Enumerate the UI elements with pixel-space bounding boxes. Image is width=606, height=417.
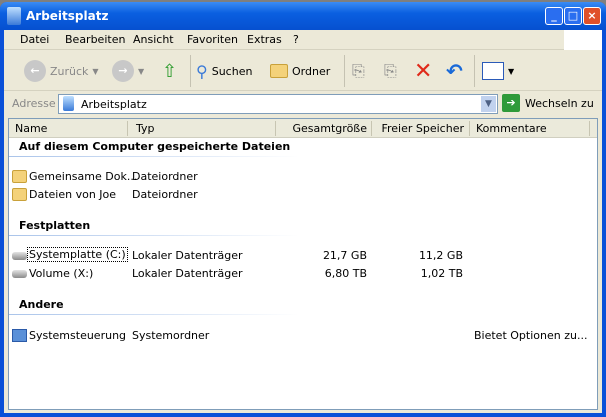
group-header: Andere (19, 298, 64, 311)
delete-x-icon: ✕ (414, 58, 433, 84)
column-name[interactable]: Name (15, 122, 47, 135)
views-button[interactable]: ▼ (482, 59, 514, 83)
column-total-size[interactable]: Gesamtgröße (281, 122, 367, 135)
copy-to-icon: ⎘ (384, 61, 397, 80)
item-name: Systemplatte (C:) (27, 247, 128, 262)
go-label: Wechseln zu (525, 96, 594, 110)
chevron-down-icon: ▼ (92, 66, 99, 76)
delete-button[interactable]: ✕ (414, 58, 433, 84)
item-name: Volume (X:) (29, 267, 94, 280)
list-item[interactable]: Systemplatte (C:) Lokaler Datenträger 21… (9, 247, 597, 264)
folders-button[interactable]: Ordner (270, 59, 330, 83)
views-icon (482, 62, 504, 80)
menu-bearbeiten[interactable]: Bearbeiten (65, 33, 125, 46)
column-type[interactable]: Typ (136, 122, 155, 135)
item-type: Dateiordner (132, 188, 198, 201)
item-total-size: 21,7 GB (322, 249, 367, 262)
folders-label: Ordner (292, 64, 331, 78)
item-type: Lokaler Datenträger (132, 267, 243, 280)
toolbar: ← Zurück ▼ → ▼ ⇧ ⚲ Suchen Ordner ⎘ ⎘ ✕ ↶ ▼ (4, 51, 602, 91)
separator (474, 55, 475, 87)
move-to-button[interactable]: ⎘ (352, 59, 365, 83)
address-value: Arbeitsplatz (81, 98, 147, 111)
column-headers: Name Typ Gesamtgröße Freier Speicher Kom… (9, 119, 597, 138)
maximize-button[interactable]: □ (564, 7, 582, 25)
window-title: Arbeitsplatz (26, 9, 109, 23)
hard-drive-icon (12, 270, 27, 278)
control-panel-icon (12, 329, 27, 342)
folder-icon (270, 64, 288, 78)
windows-logo (564, 30, 602, 50)
item-comment: Bietet Optionen zu... (474, 329, 588, 342)
list-item[interactable]: Volume (X:) Lokaler Datenträger 6,80 TB … (9, 266, 597, 282)
up-folder-icon: ⇧ (162, 60, 178, 82)
menu-bar: Datei Bearbeiten Ansicht Favoriten Extra… (4, 30, 602, 50)
chevron-down-icon[interactable]: ▼ (481, 96, 496, 112)
back-arrow-icon: ← (24, 60, 46, 82)
hard-drive-icon (12, 252, 27, 260)
undo-button[interactable]: ↶ (446, 59, 463, 83)
address-label: Adresse (12, 97, 56, 110)
list-item[interactable]: Dateien von Joe Dateiordner (9, 187, 597, 203)
chevron-down-icon: ▼ (508, 66, 515, 76)
forward-arrow-icon: → (112, 60, 134, 82)
go-button[interactable]: ➔ Wechseln zu (502, 94, 594, 112)
group-divider (9, 314, 299, 315)
separator (190, 55, 191, 87)
search-button[interactable]: ⚲ Suchen (196, 59, 252, 83)
explorer-window: Arbeitsplatz _ □ × Datei Bearbeiten Ansi… (0, 2, 606, 417)
item-type: Systemordner (132, 329, 210, 342)
up-folder-button[interactable]: ⇧ (162, 59, 177, 83)
group-divider (9, 235, 299, 236)
menu-datei[interactable]: Datei (20, 33, 49, 46)
menu-extras[interactable]: Extras (247, 33, 282, 46)
computer-icon (63, 96, 74, 111)
address-input[interactable]: Arbeitsplatz ▼ (58, 94, 498, 114)
copy-to-button[interactable]: ⎘ (384, 59, 397, 83)
item-name: Systemsteuerung (29, 329, 127, 342)
back-label: Zurück (50, 64, 89, 78)
undo-icon: ↶ (446, 59, 463, 83)
go-arrow-icon: ➔ (502, 94, 520, 112)
menu-favoriten[interactable]: Favoriten (187, 33, 238, 46)
folder-icon (12, 170, 27, 183)
computer-icon (7, 7, 21, 25)
minimize-button[interactable]: _ (545, 7, 563, 25)
group-divider (9, 156, 299, 157)
item-type: Dateiordner (132, 170, 198, 183)
close-button[interactable]: × (583, 7, 601, 25)
group-header: Auf diesem Computer gespeicherte Dateien (19, 140, 291, 153)
forward-button[interactable]: → ▼ (112, 59, 144, 83)
back-button[interactable]: ← Zurück ▼ (24, 59, 99, 83)
list-item[interactable]: Gemeinsame Dok... Dateiordner (9, 169, 597, 185)
item-type: Lokaler Datenträger (132, 249, 243, 262)
move-to-icon: ⎘ (352, 61, 365, 80)
item-name: Dateien von Joe (29, 188, 117, 201)
item-name: Gemeinsame Dok... (29, 170, 138, 183)
list-item[interactable]: Systemsteuerung Systemordner Bietet Opti… (9, 328, 597, 344)
folder-icon (12, 188, 27, 201)
menu-help[interactable]: ? (293, 33, 299, 46)
search-label: Suchen (211, 64, 253, 78)
group-header: Festplatten (19, 219, 91, 232)
item-total-size: 6,80 TB (324, 267, 367, 280)
title-bar[interactable]: Arbeitsplatz _ □ × (0, 2, 606, 30)
chevron-down-icon: ▼ (138, 66, 145, 76)
search-icon: ⚲ (196, 61, 208, 81)
file-list: Name Typ Gesamtgröße Freier Speicher Kom… (8, 118, 598, 410)
item-free-space: 11,2 GB (418, 249, 463, 262)
item-free-space: 1,02 TB (420, 267, 463, 280)
column-free-space[interactable]: Freier Speicher (374, 122, 464, 135)
menu-ansicht[interactable]: Ansicht (133, 33, 174, 46)
address-bar: Adresse Arbeitsplatz ▼ ➔ Wechseln zu (4, 92, 602, 116)
separator (344, 55, 345, 87)
column-comments[interactable]: Kommentare (476, 122, 547, 135)
